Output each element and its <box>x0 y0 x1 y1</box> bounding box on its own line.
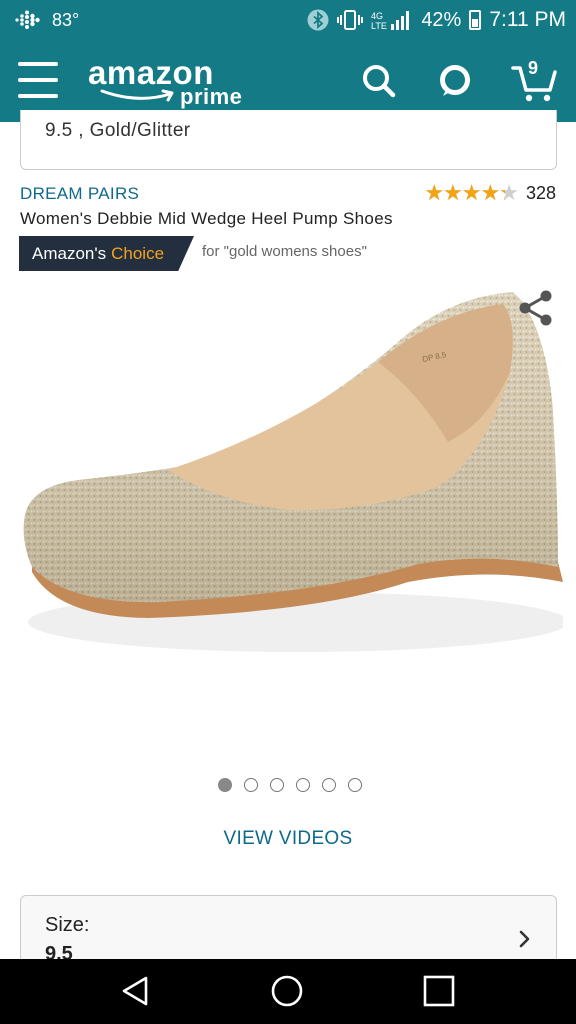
share-icon[interactable] <box>516 288 556 328</box>
carousel-dot[interactable] <box>322 778 336 792</box>
badge-prefix: Amazon's <box>32 243 107 263</box>
carousel-dot[interactable] <box>218 778 232 792</box>
badge-highlight: Choice <box>111 243 165 263</box>
chevron-right-icon <box>519 930 530 948</box>
view-videos-link[interactable]: VIEW VIDEOS <box>0 828 576 850</box>
back-icon[interactable] <box>118 973 154 1009</box>
system-nav-bar <box>0 959 576 1024</box>
amazon-prime-logo[interactable]: amazon prime <box>88 54 258 110</box>
bluetooth-icon <box>307 9 329 31</box>
product-title: Women's Debbie Mid Wedge Heel Pump Shoes <box>20 209 393 228</box>
amazons-choice-badge: Amazon's Choice <box>19 236 194 271</box>
status-time: 7:11 PM <box>489 8 566 31</box>
carousel-dot[interactable] <box>270 778 284 792</box>
selected-variant-text: 9.5 , Gold/Glitter <box>45 120 191 141</box>
status-left: 83° <box>14 6 79 34</box>
smile-arrow-icon <box>100 89 174 102</box>
battery-icon <box>469 10 482 30</box>
status-right: 4G LTE 42% 7:11 PM <box>307 4 566 36</box>
selected-variant-card[interactable]: 9.5 , Gold/Glitter <box>20 110 557 170</box>
size-label: Size: <box>45 914 90 936</box>
carousel-dot[interactable] <box>348 778 362 792</box>
svg-text:LTE: LTE <box>371 21 387 31</box>
alexa-icon[interactable] <box>432 58 478 104</box>
menu-icon[interactable] <box>18 62 58 98</box>
badge-for-text: for "gold womens shoes" <box>202 243 367 260</box>
carousel-dot[interactable] <box>296 778 310 792</box>
logo-prime: prime <box>180 84 243 109</box>
battery-percent: 42% <box>421 8 462 31</box>
star-rating-icon: ★★★★★★★★★★ <box>424 180 519 205</box>
product-image[interactable]: DP 8.5 <box>18 282 563 677</box>
search-icon[interactable] <box>356 58 402 104</box>
brand-link[interactable]: DREAM PAIRS <box>20 184 139 204</box>
temperature-text: 83° <box>52 9 80 30</box>
rating[interactable]: ★★★★★★★★★★ 328 <box>424 182 556 204</box>
vibrate-icon <box>337 10 364 30</box>
fitbit-icon <box>15 10 40 29</box>
carousel-indicator <box>218 778 362 792</box>
rating-count: 328 <box>525 182 556 203</box>
cart-button[interactable]: 9 <box>510 58 562 106</box>
signal-icon: 4G LTE <box>371 11 410 31</box>
carousel-dot[interactable] <box>244 778 258 792</box>
cart-count: 9 <box>528 58 539 78</box>
status-bar: 83° 4G LTE 42% 7:11 PM <box>0 0 576 40</box>
svg-text:4G: 4G <box>371 11 383 21</box>
recents-icon[interactable] <box>421 973 457 1009</box>
home-icon[interactable] <box>269 973 305 1009</box>
